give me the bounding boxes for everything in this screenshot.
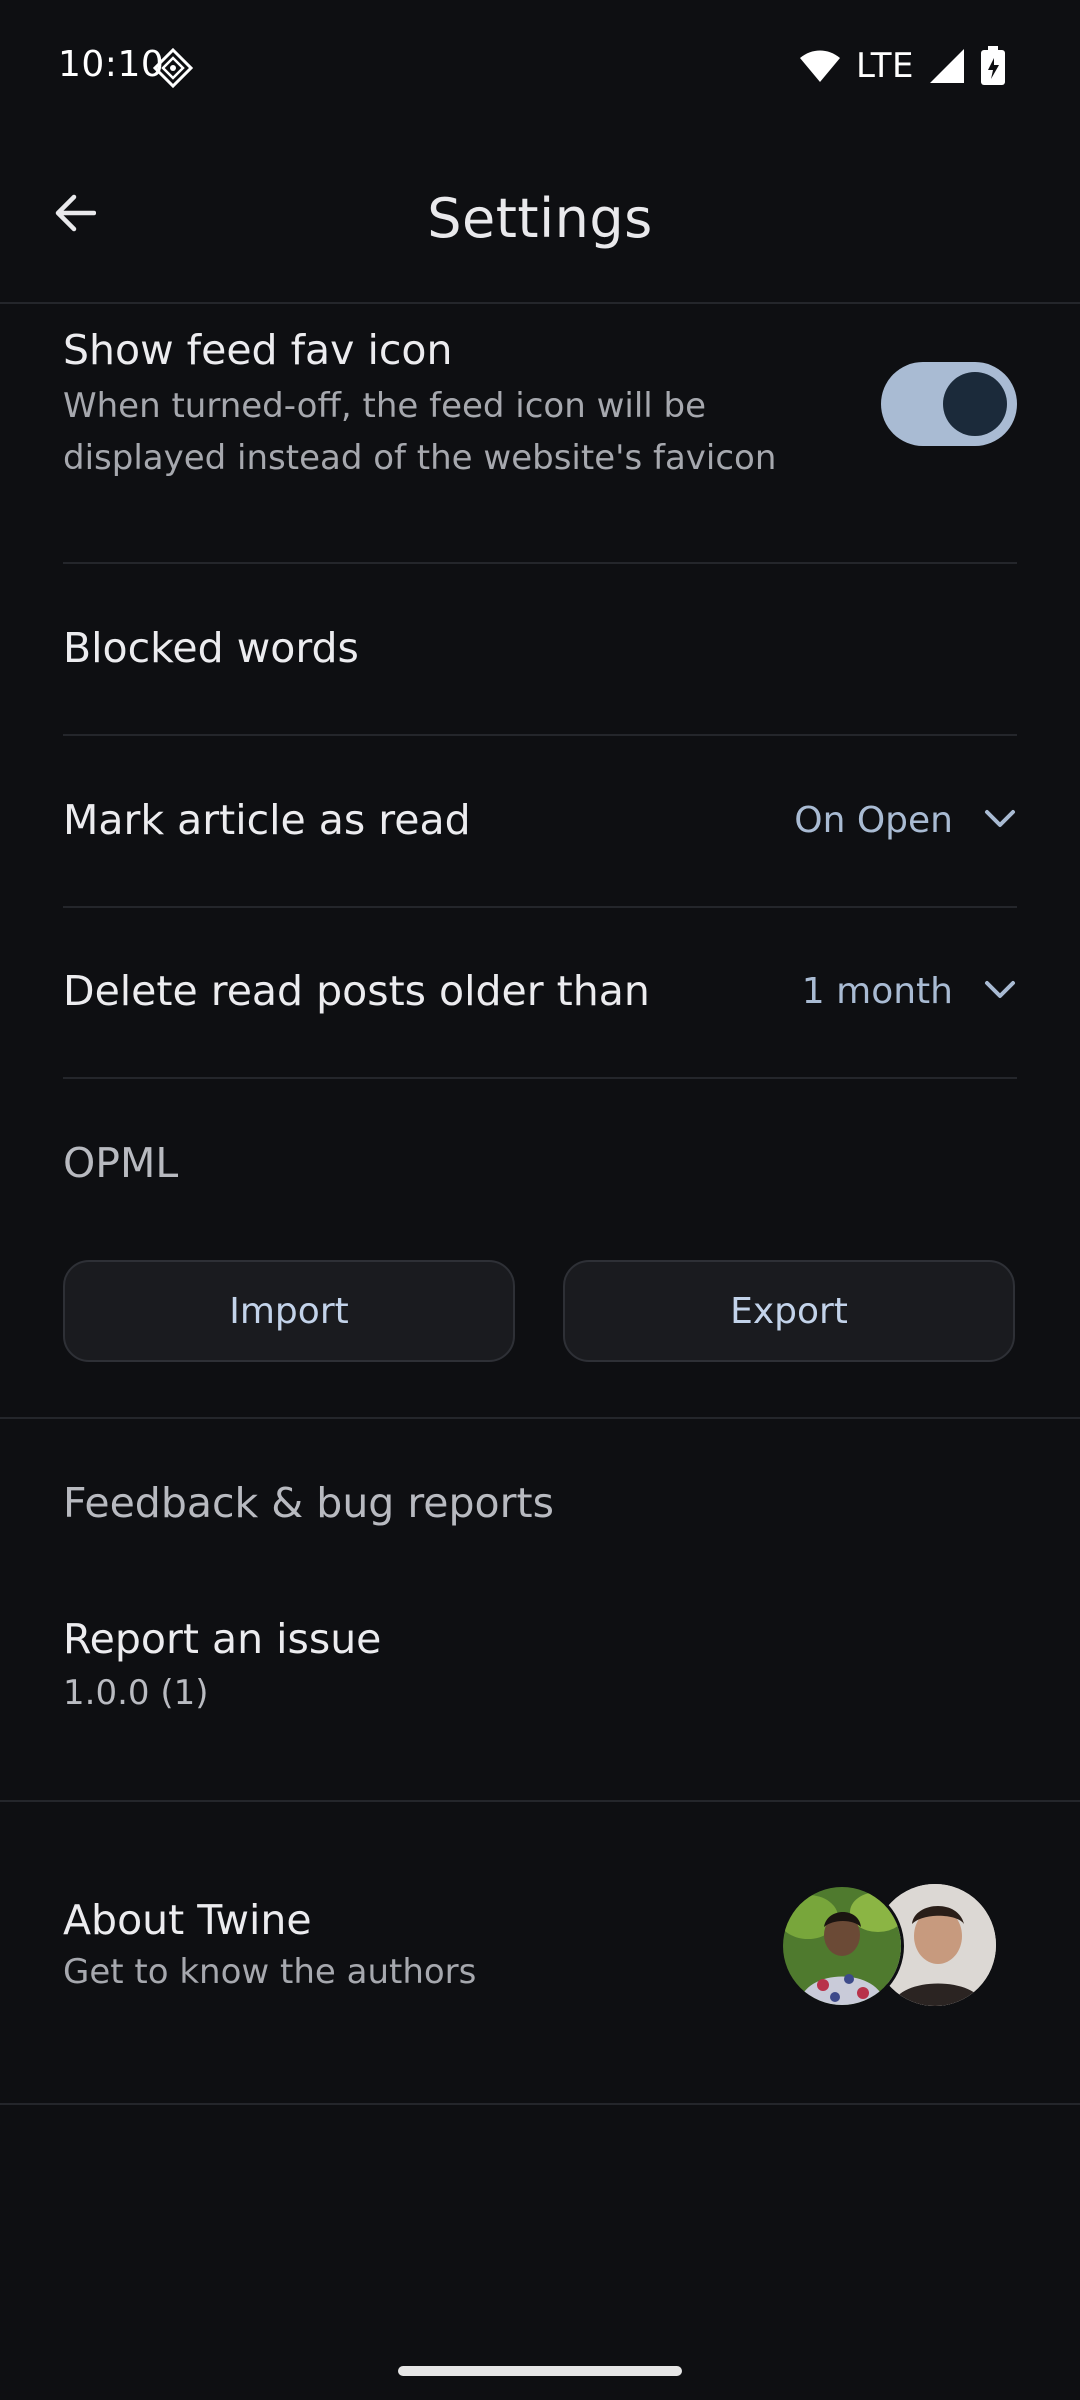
divider bbox=[63, 906, 1017, 908]
chevron-down-icon bbox=[983, 979, 1017, 1005]
section-heading: Feedback & bug reports bbox=[63, 1479, 554, 1527]
report-title: Report an issue bbox=[63, 1615, 382, 1663]
section-heading: OPML bbox=[63, 1139, 179, 1187]
setting-title: Blocked words bbox=[63, 624, 359, 672]
subtitle-line: When turned-off, the feed icon will be bbox=[63, 386, 707, 426]
delete-old-dropdown[interactable]: 1 month bbox=[802, 971, 1017, 1012]
page-title: Settings bbox=[427, 187, 653, 250]
export-button[interactable]: Export bbox=[563, 1260, 1015, 1362]
section-divider bbox=[0, 2103, 1080, 2105]
subtitle-line: displayed instead of the website's favic… bbox=[63, 438, 777, 478]
dropdown-value: On Open bbox=[794, 800, 953, 841]
avatar bbox=[780, 1884, 904, 2008]
status-time: 10:10 bbox=[58, 44, 165, 85]
app-version: 1.0.0 (1) bbox=[63, 1673, 209, 1713]
setting-subtitle: When turned-off, the feed icon will be d… bbox=[63, 380, 1017, 484]
setting-show-fav-icon[interactable]: Show feed fav icon When turned-off, the … bbox=[63, 326, 1017, 484]
opml-section-heading: OPML bbox=[63, 1139, 1017, 1187]
section-divider bbox=[0, 1417, 1080, 1419]
section-divider bbox=[0, 1800, 1080, 1802]
fav-icon-toggle[interactable] bbox=[881, 362, 1017, 446]
setting-blocked-words[interactable]: Blocked words bbox=[63, 624, 1017, 672]
author-avatars bbox=[780, 1884, 1000, 2008]
divider bbox=[63, 562, 1017, 564]
status-icons: LTE bbox=[799, 46, 1006, 86]
wifi-icon bbox=[799, 50, 840, 82]
battery-icon bbox=[980, 46, 1006, 86]
vpn-diamond-icon bbox=[152, 47, 194, 89]
feedback-section-heading: Feedback & bug reports bbox=[63, 1479, 1017, 1527]
top-app-bar: Settings bbox=[0, 135, 1080, 304]
toggle-knob bbox=[943, 372, 1007, 436]
network-type: LTE bbox=[855, 46, 914, 86]
import-button[interactable]: Import bbox=[63, 1260, 515, 1362]
gesture-navigation-bar[interactable] bbox=[398, 2366, 682, 2376]
status-bar: 10:10 LTE bbox=[0, 0, 1080, 135]
chevron-down-icon bbox=[983, 808, 1017, 834]
dropdown-value: 1 month bbox=[801, 971, 953, 1012]
divider bbox=[63, 1077, 1017, 1079]
divider bbox=[63, 734, 1017, 736]
mark-read-dropdown[interactable]: On Open bbox=[794, 800, 1017, 841]
setting-title: Show feed fav icon bbox=[63, 326, 453, 374]
signal-icon bbox=[930, 49, 964, 83]
report-issue-item[interactable]: Report an issue 1.0.0 (1) bbox=[63, 1615, 1017, 1719]
